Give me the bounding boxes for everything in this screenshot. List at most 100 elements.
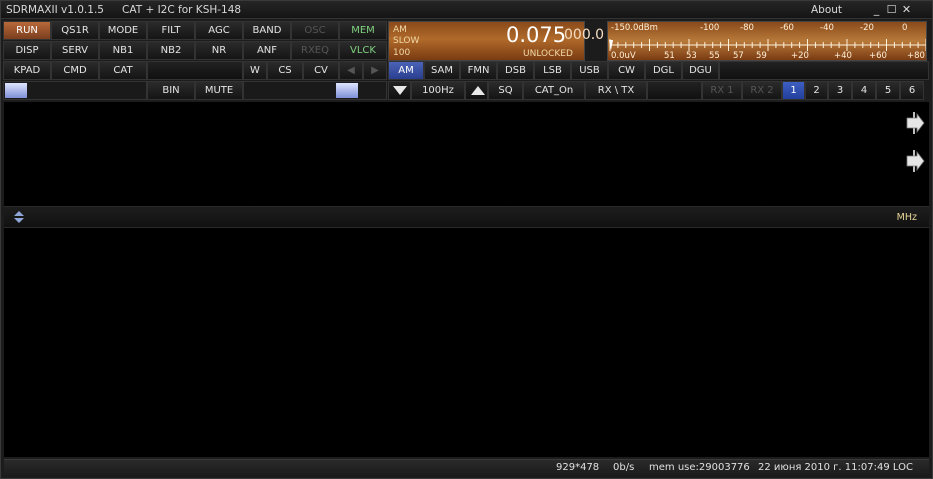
volume-slider-thumb[interactable] (5, 83, 27, 98)
mode-usb-button[interactable]: USB (571, 61, 608, 80)
minimize-icon[interactable]: _ (870, 3, 883, 16)
rx2-button[interactable]: RX 2 (742, 81, 782, 100)
nr-button[interactable]: NR (195, 41, 243, 60)
smeter-top-label: -60 (780, 23, 794, 33)
bin-button[interactable]: BIN (147, 81, 195, 100)
channel-1-button[interactable]: 1 (782, 81, 805, 100)
smeter-bottom-label: +40 (834, 51, 852, 61)
rx-tx-button[interactable]: RX \ TX (585, 81, 647, 100)
status-rate: 0b/s (613, 462, 635, 473)
mode-dgl-button[interactable]: DGL (645, 61, 682, 80)
disp-button[interactable]: DISP (3, 41, 51, 60)
cmd-button[interactable]: CMD (51, 61, 99, 80)
ref-level-arrow-icon[interactable] (905, 112, 925, 134)
step-down-icon[interactable] (393, 86, 407, 95)
cat-title: CAT + I2C for KSH-148 (122, 4, 242, 16)
mem-button[interactable]: MEM (339, 21, 387, 40)
display-lock-status: UNLOCKED (523, 49, 573, 59)
spectrum-panel[interactable] (4, 102, 929, 206)
smeter-top-label: -80 (740, 23, 754, 33)
display-agc: SLOW (393, 36, 420, 46)
vlck-button[interactable]: VLCK (339, 41, 387, 60)
waterfall-panel[interactable] (4, 228, 929, 457)
cs-button[interactable]: CS (267, 61, 303, 80)
mode-cw-button[interactable]: CW (608, 61, 645, 80)
smeter-top-label: -150.0dBm (611, 23, 658, 33)
serv-button[interactable]: SERV (51, 41, 99, 60)
channel-6-button[interactable]: 6 (900, 81, 924, 100)
mode-sam-button[interactable]: SAM (424, 61, 460, 80)
status-memory: mem use:29003776 (649, 462, 750, 473)
nb1-button[interactable]: NB1 (99, 41, 147, 60)
cat-on-button[interactable]: CAT_On (523, 81, 585, 100)
squelch-slider-thumb[interactable] (336, 83, 358, 98)
next-arrow-icon[interactable]: ▶ (363, 61, 387, 80)
smeter-bottom-label: 59 (756, 51, 767, 61)
step-up-icon[interactable] (471, 86, 485, 95)
range-arrow-icon[interactable] (905, 150, 925, 172)
rxeq-button[interactable]: RXEQ (291, 41, 339, 60)
band-button[interactable]: BAND (243, 21, 291, 40)
maximize-icon[interactable]: ☐ (885, 3, 898, 16)
smeter-bottom-label: 51 (664, 51, 675, 61)
smeter-top-label: 0 (902, 23, 908, 33)
smeter-bottom-label: +20 (791, 51, 809, 61)
kpad-button[interactable]: KPAD (3, 61, 51, 80)
status-bar: 929*478 0b/s mem use:29003776 22 июня 20… (4, 459, 929, 477)
mode-button[interactable]: MODE (99, 21, 147, 40)
mode-row-filler (719, 61, 929, 80)
row4-filler (647, 81, 702, 100)
display-frequency-sub[interactable]: 000.0 (564, 27, 604, 43)
filt-button[interactable]: FILT (147, 21, 195, 40)
mode-dgu-button[interactable]: DGU (682, 61, 719, 80)
mode-dsb-button[interactable]: DSB (497, 61, 534, 80)
mode-lsb-button[interactable]: LSB (534, 61, 571, 80)
smeter-bottom-label: 53 (686, 51, 697, 61)
anf-button[interactable]: ANF (243, 41, 291, 60)
s-meter: -150.0dBm -100 -80 -60 -40 -20 0 0.0uV 5… (607, 21, 927, 61)
title-bar: SDRMAXII v1.0.1.5 CAT + I2C for KSH-148 … (1, 1, 932, 19)
cat-button[interactable]: CAT (99, 61, 147, 80)
cv-button[interactable]: CV (303, 61, 339, 80)
frequency-display: AM SLOW 100 0.075 000.0 UNLOCKED (388, 21, 604, 61)
smeter-bottom-label: 55 (709, 51, 720, 61)
scale-unit-label: MHz (896, 212, 917, 223)
agc-button[interactable]: AGC (195, 21, 243, 40)
channel-5-button[interactable]: 5 (876, 81, 900, 100)
status-datetime: 22 июня 2010 г. 11:07:49 LOC (758, 462, 913, 473)
app-window: SDRMAXII v1.0.1.5 CAT + I2C for KSH-148 … (0, 0, 933, 479)
smeter-bottom-label: +60 (869, 51, 887, 61)
mute-button[interactable]: MUTE (195, 81, 243, 100)
sq-button[interactable]: SQ (488, 81, 523, 100)
nb2-button[interactable]: NB2 (147, 41, 195, 60)
channel-2-button[interactable]: 2 (805, 81, 828, 100)
qs1r-button[interactable]: QS1R (51, 21, 99, 40)
about-link[interactable]: About (811, 4, 842, 16)
osc-button[interactable]: OSC (291, 21, 339, 40)
prev-arrow-icon[interactable]: ◀ (339, 61, 363, 80)
smeter-bottom-label: 57 (733, 51, 744, 61)
mode-am-button[interactable]: AM (388, 61, 424, 80)
smeter-bottom-label: 0.0uV (611, 51, 636, 61)
step-size-button[interactable]: 100Hz (411, 81, 465, 100)
smeter-top-label: -100 (700, 23, 720, 33)
channel-4-button[interactable]: 4 (852, 81, 876, 100)
smeter-top-label: -20 (860, 23, 874, 33)
status-window-size: 929*478 (556, 462, 600, 473)
volume-slider[interactable] (3, 81, 147, 100)
close-icon[interactable]: ✕ (900, 3, 913, 16)
channel-3-button[interactable]: 3 (828, 81, 852, 100)
display-frequency[interactable]: 0.075 (506, 23, 566, 47)
display-step: 100 (393, 48, 411, 58)
blank-button (147, 61, 243, 80)
app-title: SDRMAXII v1.0.1.5 (6, 4, 104, 16)
smeter-bottom-label: +80 (907, 51, 925, 61)
resize-updown-icon[interactable] (12, 210, 26, 224)
frequency-scale-bar[interactable]: MHz (4, 206, 929, 228)
w-button[interactable]: W (243, 61, 267, 80)
mode-fmn-button[interactable]: FMN (460, 61, 497, 80)
smeter-top-label: -40 (820, 23, 834, 33)
rx1-button[interactable]: RX 1 (702, 81, 742, 100)
run-button[interactable]: RUN (3, 21, 51, 40)
squelch-slider[interactable] (243, 81, 387, 100)
